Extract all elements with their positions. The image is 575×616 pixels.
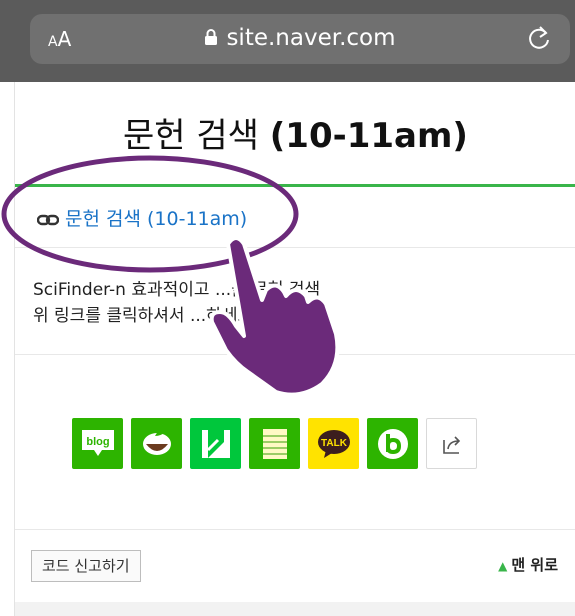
- memo-icon: [262, 428, 287, 459]
- divider: [15, 529, 575, 530]
- url-display[interactable]: site.naver.com: [30, 25, 570, 52]
- page-title: 문헌 검색 (10-11am): [123, 116, 468, 156]
- blog-icon: blog: [81, 429, 114, 456]
- blog-share-button[interactable]: blog: [72, 418, 123, 469]
- share-buttons: blog TALK: [72, 418, 477, 469]
- browser-toolbar: AA site.naver.com: [0, 0, 575, 82]
- document-link-text[interactable]: 문헌 검색 (10-11am): [65, 208, 247, 230]
- share-icon: [442, 435, 460, 454]
- page-content: 문헌 검색 (10-11am) 문헌 검색 (10-11am) SciFinde…: [14, 82, 575, 616]
- document-link[interactable]: 문헌 검색 (10-11am): [36, 204, 247, 231]
- svg-text:TALK: TALK: [321, 438, 348, 449]
- description: SciFinder-n 효과적이고 ...을 문헌 검색 위 링크를 클릭하셔서…: [33, 277, 320, 329]
- report-code-button[interactable]: 코드 신고하기: [31, 550, 141, 582]
- chain-link-icon: [36, 209, 60, 231]
- kakaotalk-icon: TALK: [317, 429, 350, 458]
- reload-icon[interactable]: [526, 24, 552, 56]
- title-divider: [15, 184, 575, 187]
- up-arrow-icon: ▲: [498, 559, 508, 573]
- url-text: site.naver.com: [226, 25, 396, 51]
- keep-share-button[interactable]: [190, 418, 241, 469]
- band-share-button[interactable]: [367, 418, 418, 469]
- band-icon: [377, 428, 408, 459]
- divider: [15, 247, 575, 248]
- back-to-top-link[interactable]: ▲ 맨 위로: [498, 554, 558, 575]
- memo-share-button[interactable]: [249, 418, 300, 469]
- keep-icon: [201, 429, 230, 458]
- description-line-2: 위 링크를 클릭하셔서 ...하세요.: [33, 306, 259, 326]
- cafe-cup-icon: [142, 430, 171, 455]
- lock-icon: [204, 26, 218, 52]
- address-bar[interactable]: AA site.naver.com: [30, 14, 570, 64]
- kakaotalk-share-button[interactable]: TALK: [308, 418, 359, 469]
- cafe-share-button[interactable]: [131, 418, 182, 469]
- svg-text:blog: blog: [86, 436, 109, 448]
- back-to-top-label: 맨 위로: [511, 556, 558, 574]
- share-button[interactable]: [426, 418, 477, 469]
- divider: [15, 354, 575, 355]
- description-line-1: SciFinder-n 효과적이고 ...을 문헌 검색: [33, 280, 321, 300]
- footer-strip: [15, 602, 575, 616]
